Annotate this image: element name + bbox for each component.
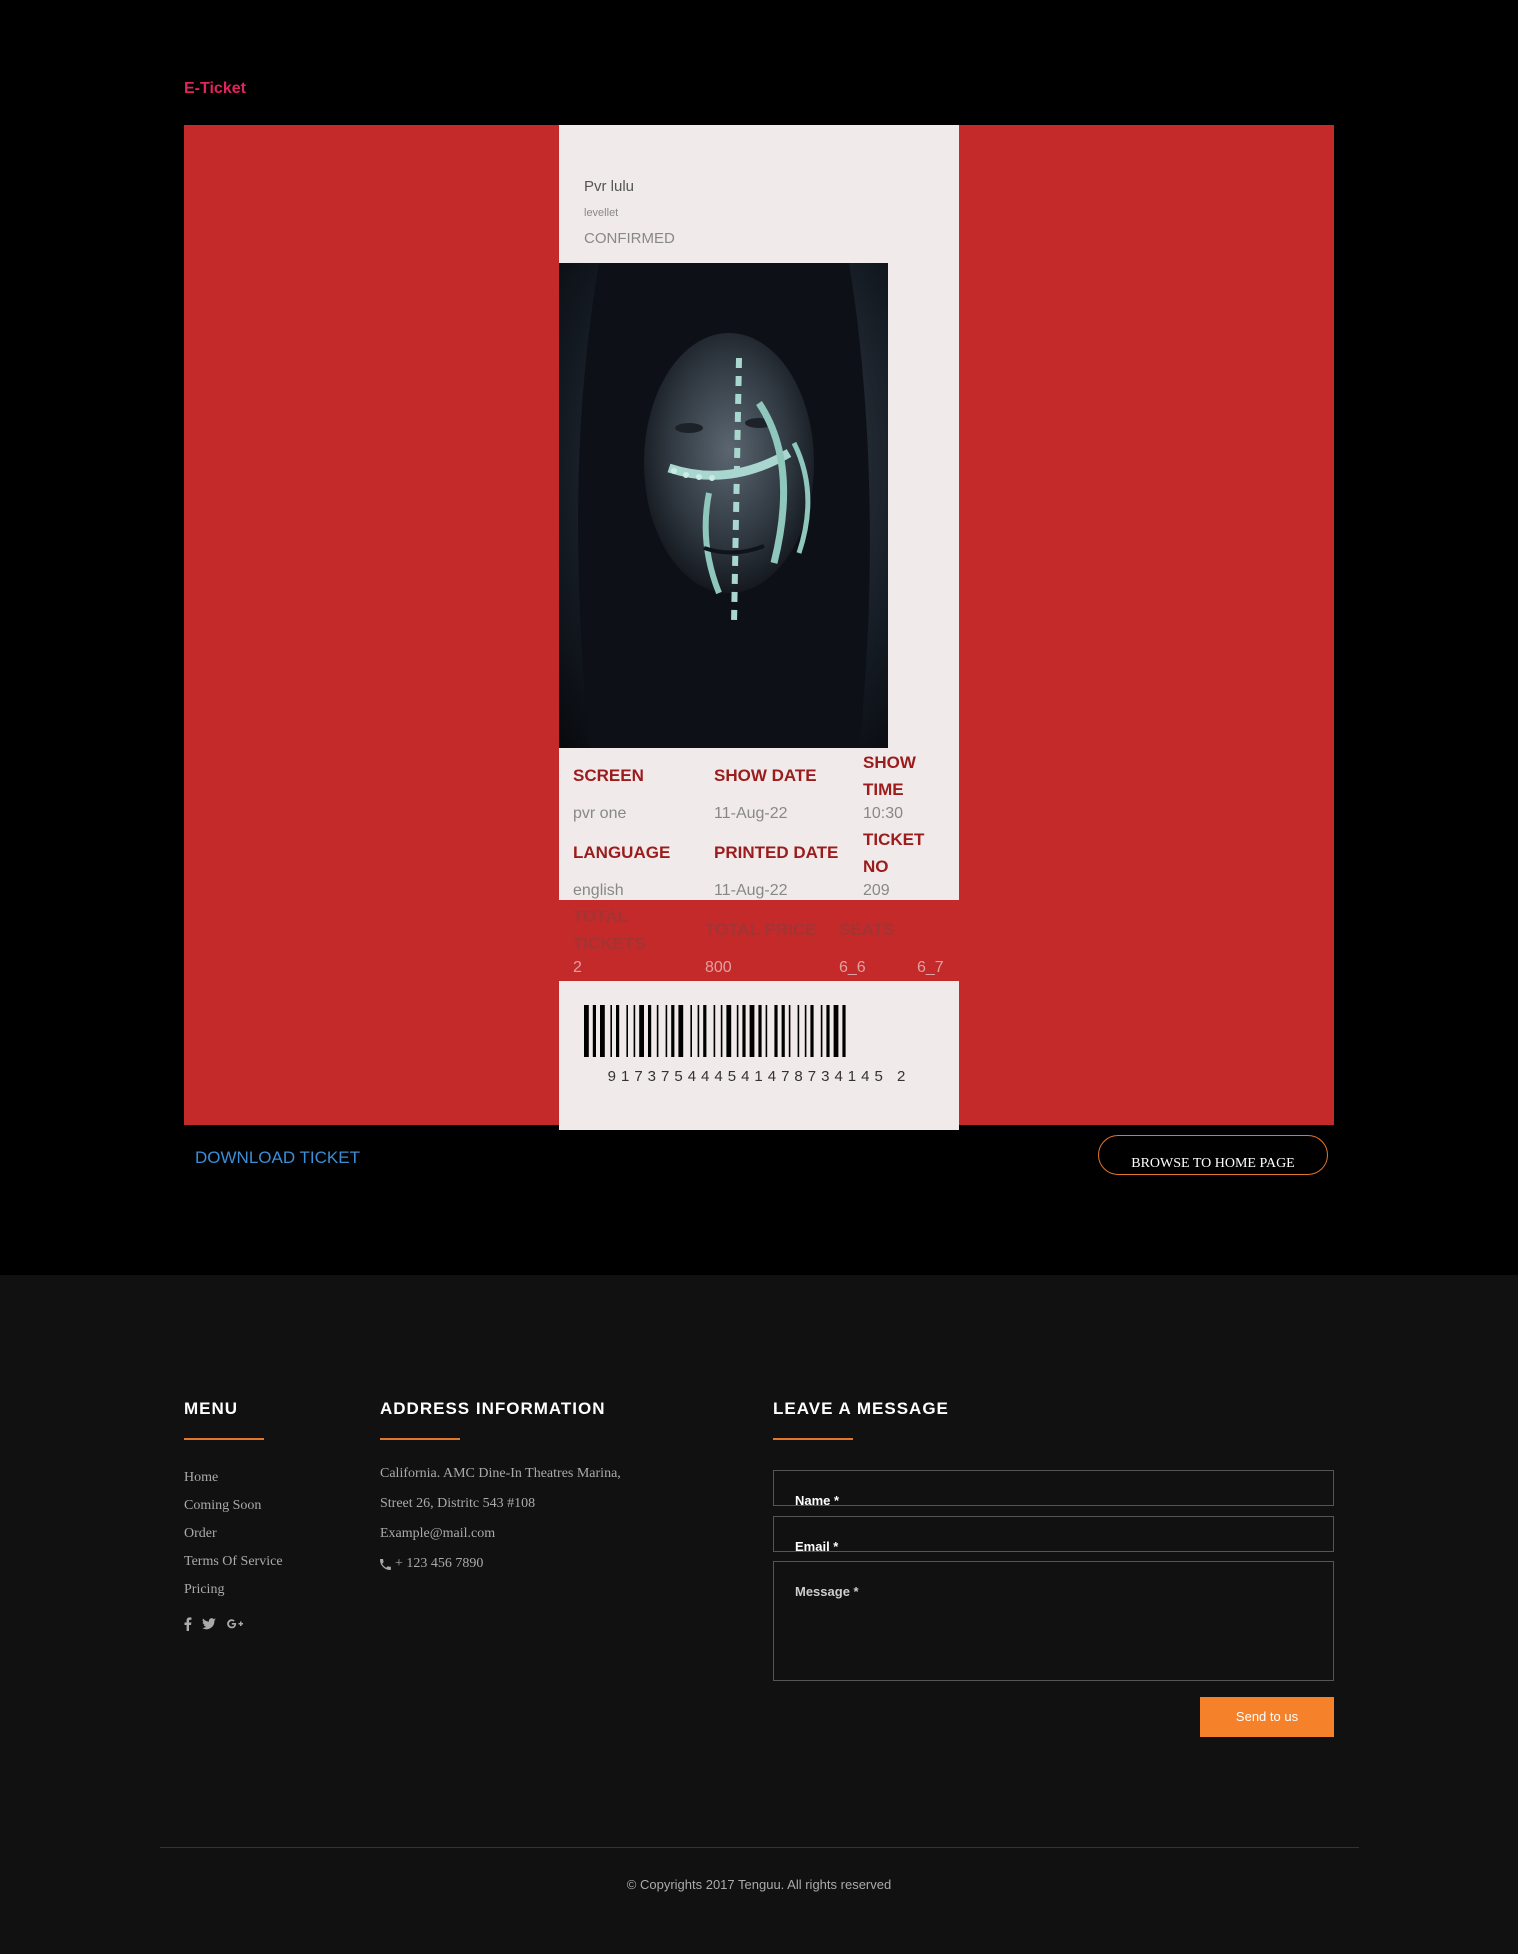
total-tickets-value: 2 xyxy=(573,959,582,976)
total-price-value: 800 xyxy=(705,959,732,976)
message-heading-underline xyxy=(773,1438,853,1440)
menu-item-home[interactable]: Home xyxy=(184,1464,283,1492)
email-field-placeholder: Email * xyxy=(795,1539,839,1554)
download-ticket-link[interactable]: DOWNLOAD TICKET xyxy=(195,1148,360,1168)
seats-label: SEATS xyxy=(839,920,895,939)
printed-date-value: 11-Aug-22 xyxy=(714,882,788,899)
show-time-value: 10:30 xyxy=(863,805,904,822)
browse-home-button[interactable]: BROWSE TO HOME PAGE xyxy=(1098,1135,1328,1175)
menu-item-coming-soon[interactable]: Coming Soon xyxy=(184,1492,283,1520)
seat-value: 6_7 xyxy=(917,959,944,976)
contact-phone: + 123 456 7890 xyxy=(395,1556,484,1571)
send-message-button[interactable]: Send to us xyxy=(1200,1697,1334,1737)
menu-item-terms[interactable]: Terms Of Service xyxy=(184,1548,283,1576)
total-tickets-label-line2: TICKETS xyxy=(573,934,646,953)
page-title: E-Ticket xyxy=(184,80,246,97)
message-field[interactable]: Message * xyxy=(773,1561,1334,1681)
barcode-number: 917375444541478734145 2 xyxy=(607,1068,911,1085)
show-time-label-line2: TIME xyxy=(863,780,904,799)
ticket-no-label-line1: TICKET xyxy=(863,830,925,849)
total-price-label: TOTAL PRICE xyxy=(705,920,817,939)
footer-menu: Home Coming Soon Order Terms Of Service … xyxy=(184,1464,283,1604)
facebook-icon[interactable] xyxy=(184,1617,192,1631)
message-heading: LEAVE A MESSAGE xyxy=(773,1399,949,1418)
booking-status: CONFIRMED xyxy=(584,230,675,247)
ticket-no-value: 209 xyxy=(863,882,890,899)
menu-heading: MENU xyxy=(184,1399,239,1418)
footer-divider xyxy=(160,1847,1359,1848)
address-heading-underline xyxy=(380,1438,460,1440)
movie-poster xyxy=(559,263,888,748)
barcode-image xyxy=(584,1005,846,1057)
google-plus-icon[interactable] xyxy=(226,1618,244,1630)
address-heading: ADDRESS INFORMATION xyxy=(380,1399,606,1418)
name-field[interactable]: Name * xyxy=(773,1470,1334,1508)
show-date-label: SHOW DATE xyxy=(714,766,817,785)
copyright-text: © Copyrights 2017 Tenguu. All rights res… xyxy=(626,1877,892,1892)
theatre-name: Pvr lulu xyxy=(584,178,635,195)
screen-label: SCREEN xyxy=(573,766,644,785)
address-line-2: Street 26, Distritc 543 #108 xyxy=(380,1496,536,1511)
show-date-value: 11-Aug-22 xyxy=(714,805,788,822)
message-field-placeholder: Message * xyxy=(795,1584,859,1599)
address-line-1: California. AMC Dine-In Theatres Marina, xyxy=(380,1466,621,1481)
menu-item-pricing[interactable]: Pricing xyxy=(184,1576,283,1604)
menu-item-order[interactable]: Order xyxy=(184,1520,283,1548)
language-value: english xyxy=(573,882,624,899)
social-links xyxy=(184,1617,244,1631)
name-field-placeholder: Name * xyxy=(795,1493,840,1508)
printed-date-label: PRINTED DATE xyxy=(714,843,839,862)
contact-email[interactable]: Example@mail.com xyxy=(380,1526,495,1542)
screen-value: pvr one xyxy=(573,805,627,822)
menu-heading-underline xyxy=(184,1438,264,1440)
theatre-level: levellet xyxy=(584,207,619,219)
ticket-no-label-line2: NO xyxy=(863,857,889,876)
seat-value: 6_6 xyxy=(839,959,866,976)
phone-icon xyxy=(380,1558,391,1570)
email-field[interactable]: Email * xyxy=(773,1516,1334,1554)
total-tickets-label-line1: TOTAL xyxy=(573,907,629,926)
show-time-label-line1: SHOW xyxy=(863,753,916,772)
contact-phone-row: + 123 456 7890 xyxy=(380,1556,483,1572)
language-label: LANGUAGE xyxy=(573,843,671,862)
twitter-icon[interactable] xyxy=(202,1618,216,1630)
